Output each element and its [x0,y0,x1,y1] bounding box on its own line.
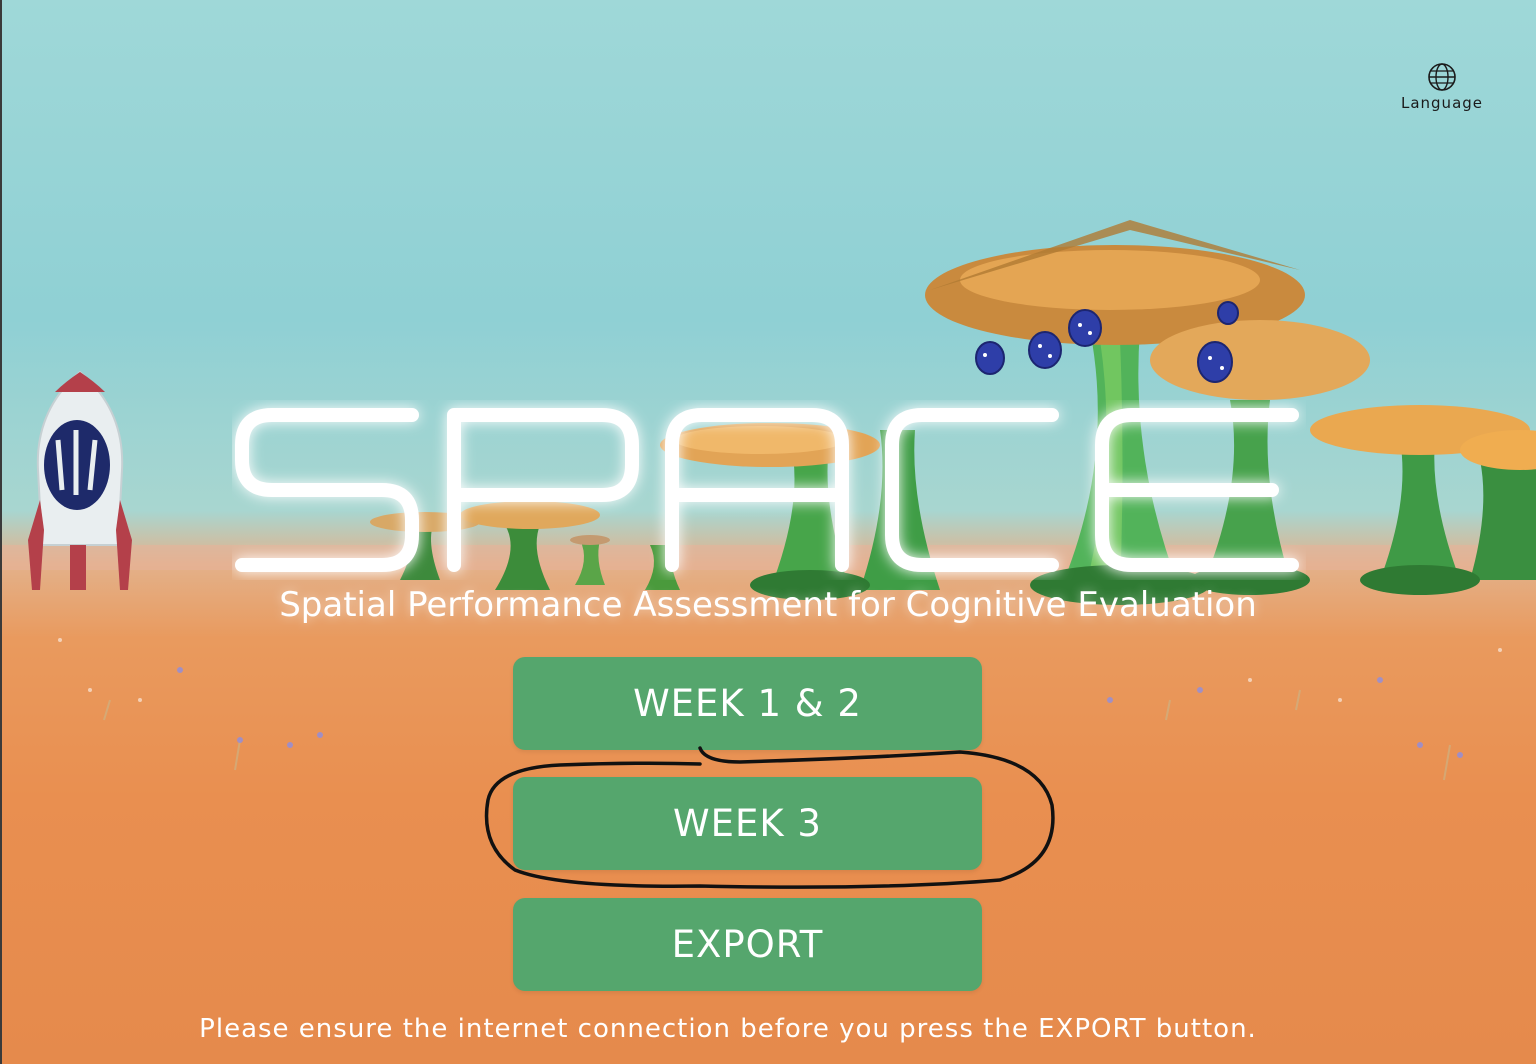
globe-icon[interactable] [1392,62,1492,92]
language-selector[interactable]: Language [1392,62,1492,112]
language-label[interactable]: Language [1392,94,1492,112]
subtitle: Spatial Performance Assessment for Cogni… [279,585,1257,625]
export-button[interactable]: EXPORT [513,898,982,991]
export-notice: Please ensure the internet connection be… [199,1014,1257,1044]
week-1-2-button[interactable]: WEEK 1 & 2 [513,657,982,750]
space-logo [235,408,1299,572]
window-edge [0,0,2,1064]
game-main-menu: Language Spatial Performance Assessment … [0,0,1536,1064]
week-3-button[interactable]: WEEK 3 [513,777,982,870]
